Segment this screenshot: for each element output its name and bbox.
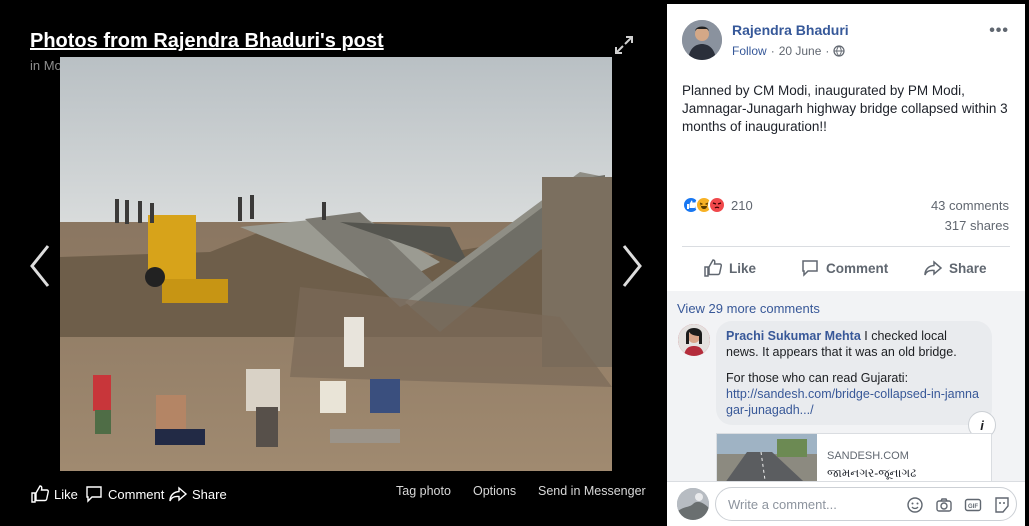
divider [682, 246, 1010, 247]
more-options-icon[interactable]: ••• [989, 22, 1009, 40]
shares-count-link[interactable]: 317 shares [945, 218, 1009, 233]
comment-composer: GIF [667, 481, 1025, 526]
photo-share-button[interactable]: Share [168, 484, 227, 504]
chevron-right-icon[interactable] [620, 244, 644, 288]
commenter-photo-icon [678, 324, 710, 356]
comment-bubble: Prachi Sukumar Mehta I checked local new… [716, 321, 992, 425]
photo-comment-label: Comment [108, 486, 165, 502]
share-icon [169, 486, 188, 502]
send-messenger-link[interactable]: Send in Messenger [538, 484, 646, 498]
photo-like-button[interactable]: Like [30, 484, 78, 504]
composer-icons: GIF [906, 496, 1011, 514]
tag-photo-link[interactable]: Tag photo [396, 484, 451, 498]
photo-action-bar: Like Comment Share Tag photo Options Sen… [0, 478, 667, 508]
comment-icon [86, 486, 102, 503]
comment-icon [802, 260, 818, 277]
options-link[interactable]: Options [473, 484, 516, 498]
post-comment-button[interactable]: Comment [800, 258, 888, 278]
link-preview-card[interactable]: SANDESH.COM જામનગર-જૂનાગઢ [716, 433, 992, 481]
view-more-comments-link[interactable]: View 29 more comments [677, 301, 820, 316]
post-panel: Rajendra Bhaduri Follow · 20 June · ••• … [667, 4, 1025, 526]
post-share-button[interactable]: Share [923, 258, 987, 278]
reaction-count: 210 [731, 197, 753, 213]
author-name-link[interactable]: Rajendra Bhaduri [732, 22, 849, 38]
thumbs-up-icon [704, 259, 723, 277]
post-text: Planned by CM Modi, inaugurated by PM Mo… [682, 83, 1008, 134]
reactions-summary[interactable]: 210 [682, 196, 753, 214]
author-photo-icon [682, 20, 722, 60]
current-user-avatar [677, 488, 709, 520]
photo-like-label: Like [54, 486, 78, 502]
gif-icon[interactable]: GIF [964, 496, 982, 514]
comment-text-2: For those who can read Gujarati: [726, 371, 909, 385]
comment-link[interactable]: http://sandesh.com/bridge-collapsed-in-j… [726, 387, 979, 417]
post-like-label: Like [729, 260, 757, 276]
comments-section: View 29 more comments Prachi Sukumar Meh… [667, 291, 1025, 481]
emoji-icon[interactable] [906, 496, 924, 514]
meta-separator: · [825, 44, 830, 58]
comments-count-link[interactable]: 43 comments [931, 198, 1009, 213]
post-share-label: Share [949, 260, 987, 276]
share-icon [924, 260, 943, 276]
photo-comment-button[interactable]: Comment [84, 484, 164, 504]
author-avatar[interactable] [682, 20, 722, 60]
angry-reaction-icon [708, 196, 726, 214]
collapsed-bridge-photo[interactable] [60, 57, 612, 471]
commenter-name-link[interactable]: Prachi Sukumar Mehta [726, 329, 861, 343]
link-domain: SANDESH.COM [827, 450, 909, 462]
svg-text:GIF: GIF [968, 504, 978, 510]
link-title: જામનગર-જૂનાગઢ [827, 466, 917, 480]
meta-separator: · [770, 44, 775, 58]
commenter-avatar[interactable] [678, 324, 710, 356]
album-title-link[interactable]: Photos from Rajendra Bhaduri's post [30, 30, 384, 53]
post-date[interactable]: 20 June [779, 44, 822, 58]
post-meta: Follow · 20 June · [732, 44, 845, 58]
post-comment-label: Comment [826, 260, 889, 276]
chevron-left-icon[interactable] [28, 244, 52, 288]
user-photo-icon [677, 488, 709, 520]
follow-link[interactable]: Follow [732, 44, 767, 58]
expand-icon[interactable] [613, 34, 635, 56]
camera-icon[interactable] [935, 496, 953, 514]
post-like-button[interactable]: Like [703, 258, 756, 278]
sticker-icon[interactable] [993, 496, 1011, 514]
link-preview-thumbnail [717, 434, 817, 481]
thumbs-up-icon [31, 485, 49, 503]
globe-icon[interactable] [833, 45, 845, 57]
photo-theater: Photos from Rajendra Bhaduri's post in M… [0, 0, 667, 526]
photo-share-label: Share [192, 486, 227, 502]
